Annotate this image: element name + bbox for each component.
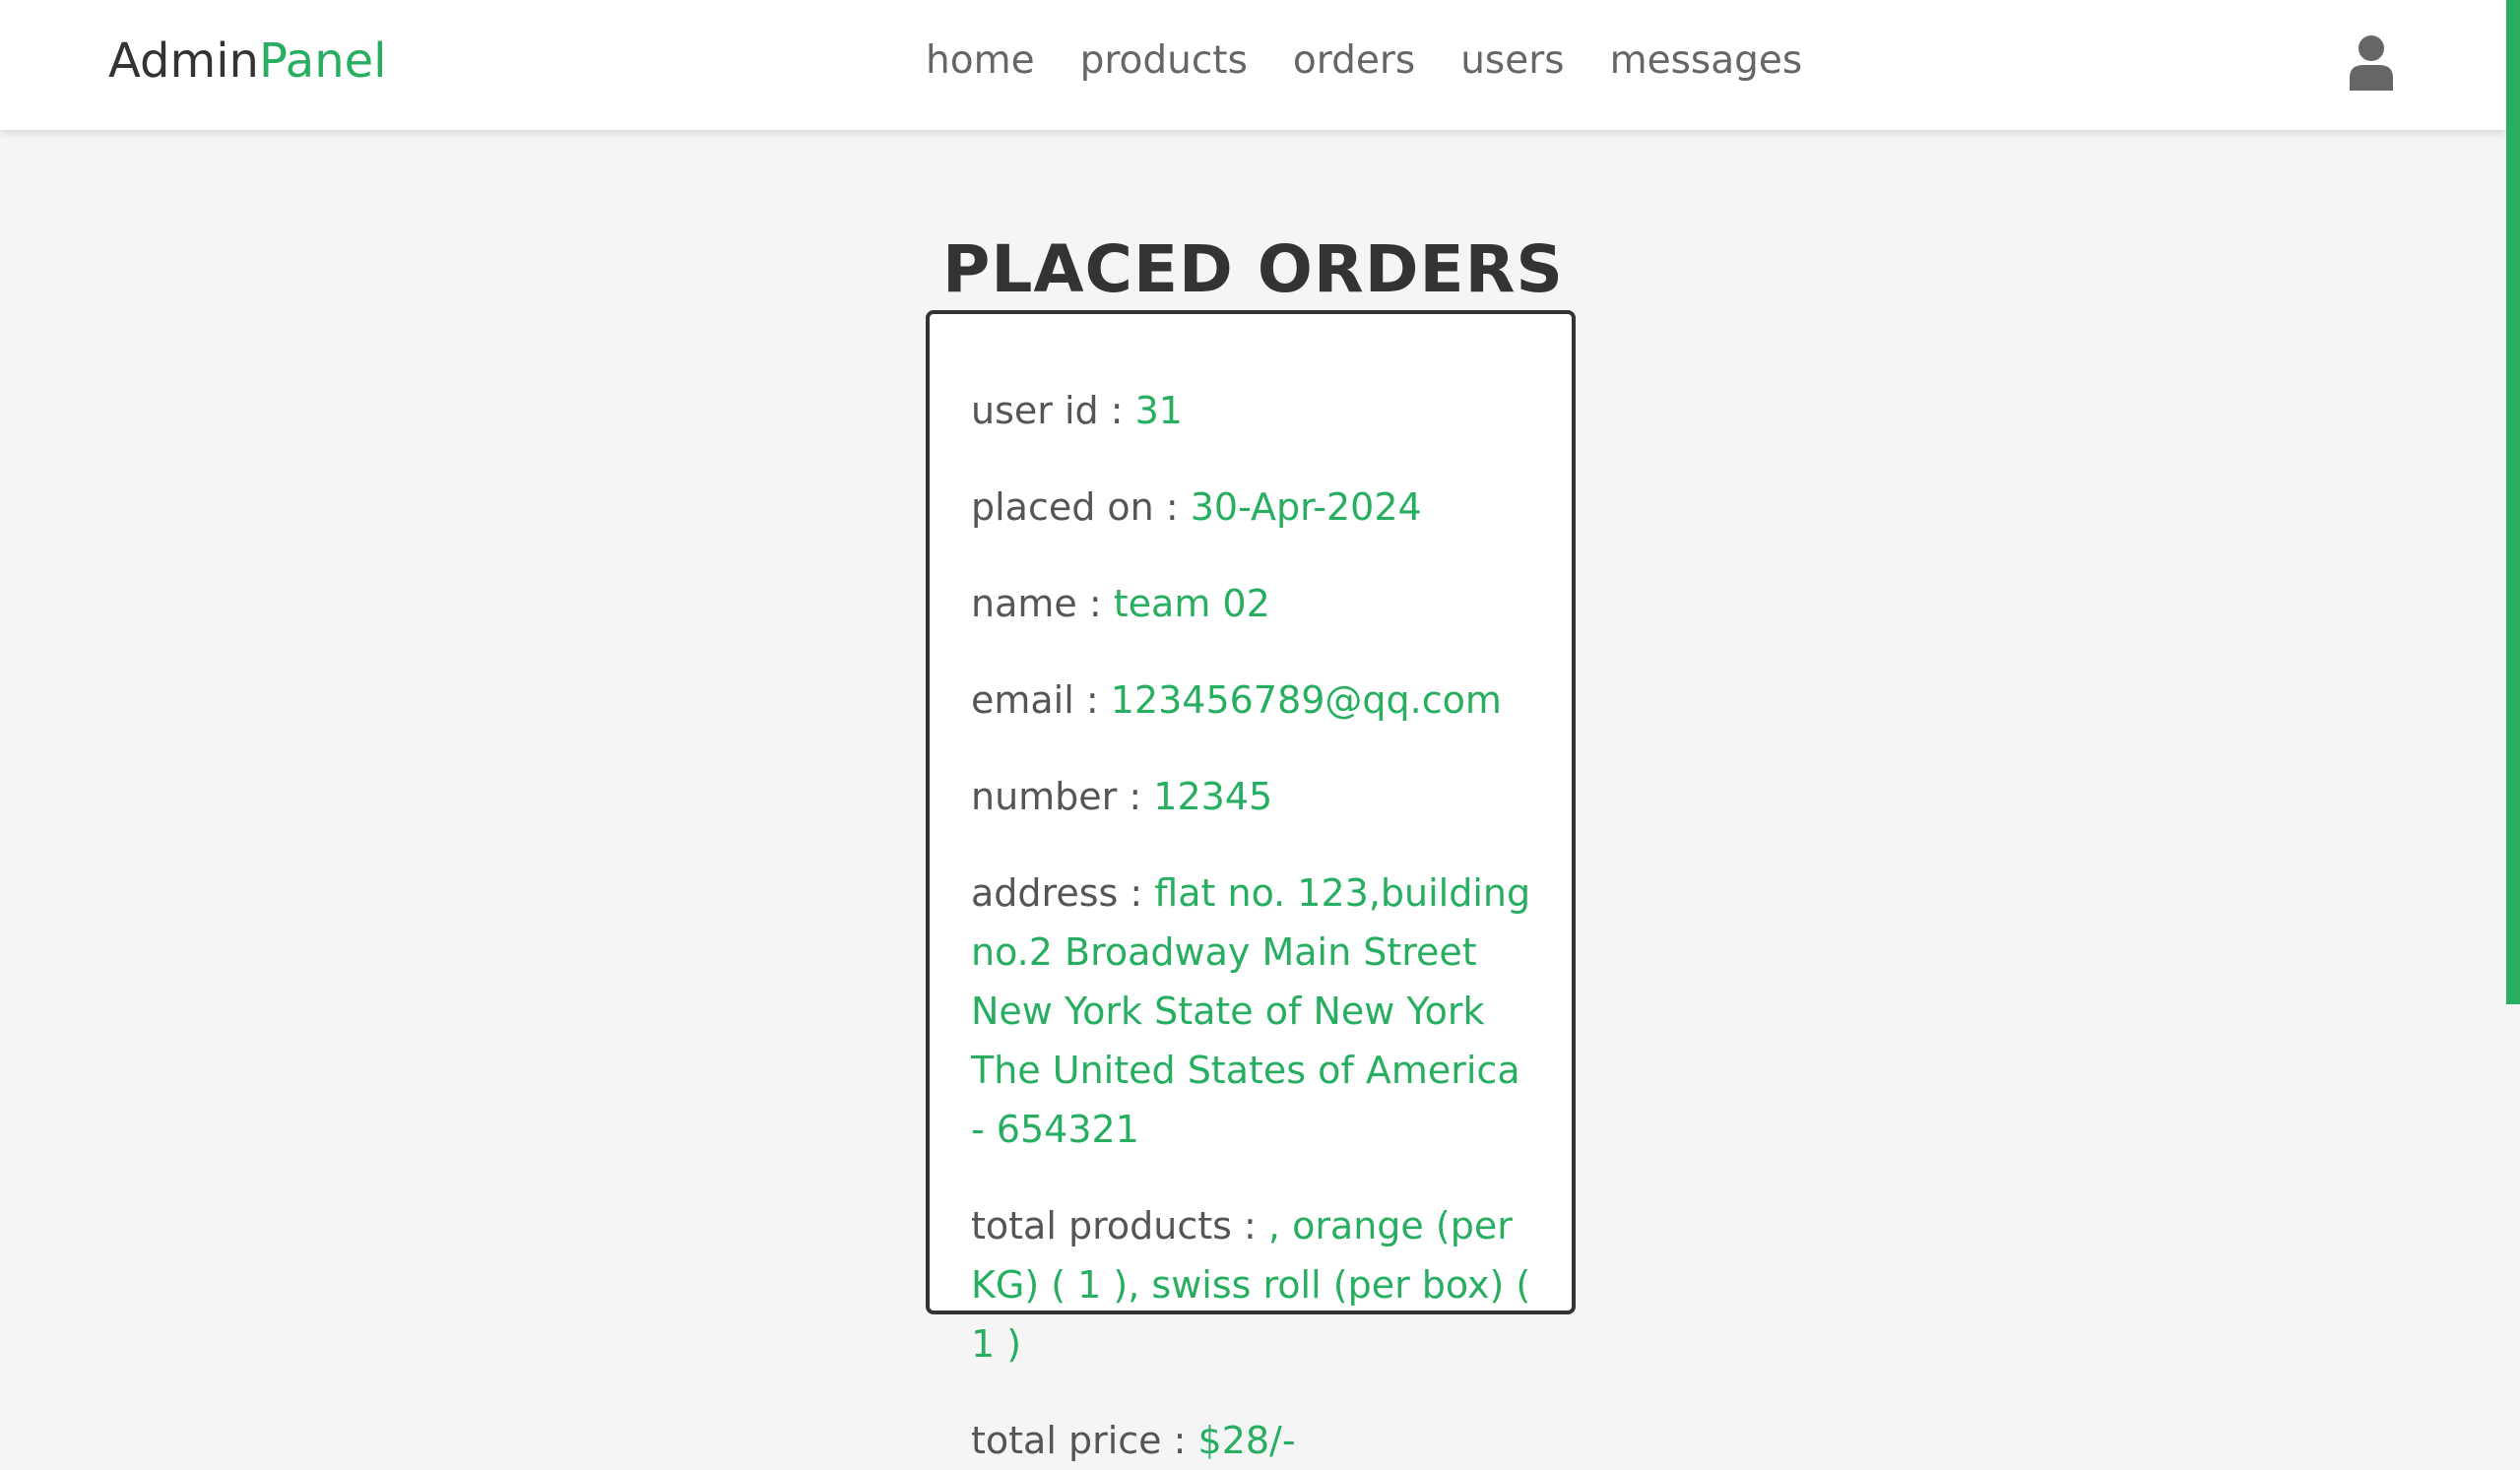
- nav-home[interactable]: home: [926, 33, 1035, 89]
- logo[interactable]: AdminPanel: [108, 32, 386, 91]
- placed-on-value: 30-Apr-2024: [1190, 485, 1422, 529]
- order-placed-on: placed on : 30-Apr-2024: [971, 478, 1532, 537]
- email-label: email :: [971, 678, 1099, 722]
- number-value: 12345: [1153, 775, 1273, 818]
- nav-messages[interactable]: messages: [1610, 33, 1803, 89]
- page-title: PLACED ORDERS: [942, 231, 1564, 308]
- nav-orders[interactable]: orders: [1293, 33, 1415, 89]
- placed-on-label: placed on :: [971, 485, 1179, 529]
- order-total-products: total products : , orange (per KG) ( 1 )…: [971, 1196, 1532, 1374]
- order-user-id: user id : 31: [971, 381, 1532, 440]
- main-nav: home products orders users messages: [926, 33, 1802, 89]
- total-price-value: $28/-: [1197, 1419, 1296, 1462]
- scrollbar-thumb[interactable]: [2506, 0, 2520, 1004]
- user-id-value: 31: [1134, 389, 1183, 432]
- order-email: email : 123456789@qq.com: [971, 671, 1532, 730]
- total-price-label: total price :: [971, 1419, 1187, 1462]
- logo-main: Admin: [108, 33, 259, 89]
- order-total-price: total price : $28/-: [971, 1411, 1532, 1470]
- order-number: number : 12345: [971, 767, 1532, 826]
- nav-products[interactable]: products: [1080, 33, 1248, 89]
- number-label: number :: [971, 775, 1142, 818]
- address-label: address :: [971, 871, 1143, 915]
- header: AdminPanel home products orders users me…: [0, 0, 2506, 130]
- order-card: user id : 31 placed on : 30-Apr-2024 nam…: [926, 310, 1576, 1462]
- order-address: address : flat no. 123,building no.2 Bro…: [971, 863, 1532, 1159]
- name-value: team 02: [1113, 582, 1270, 625]
- user-id-label: user id :: [971, 389, 1124, 432]
- logo-accent: Panel: [258, 33, 387, 89]
- order-name: name : team 02: [971, 574, 1532, 633]
- name-label: name :: [971, 582, 1102, 625]
- nav-users[interactable]: users: [1460, 33, 1564, 89]
- email-value: 123456789@qq.com: [1110, 678, 1502, 722]
- user-icon[interactable]: [2344, 33, 2399, 93]
- total-products-label: total products :: [971, 1204, 1257, 1247]
